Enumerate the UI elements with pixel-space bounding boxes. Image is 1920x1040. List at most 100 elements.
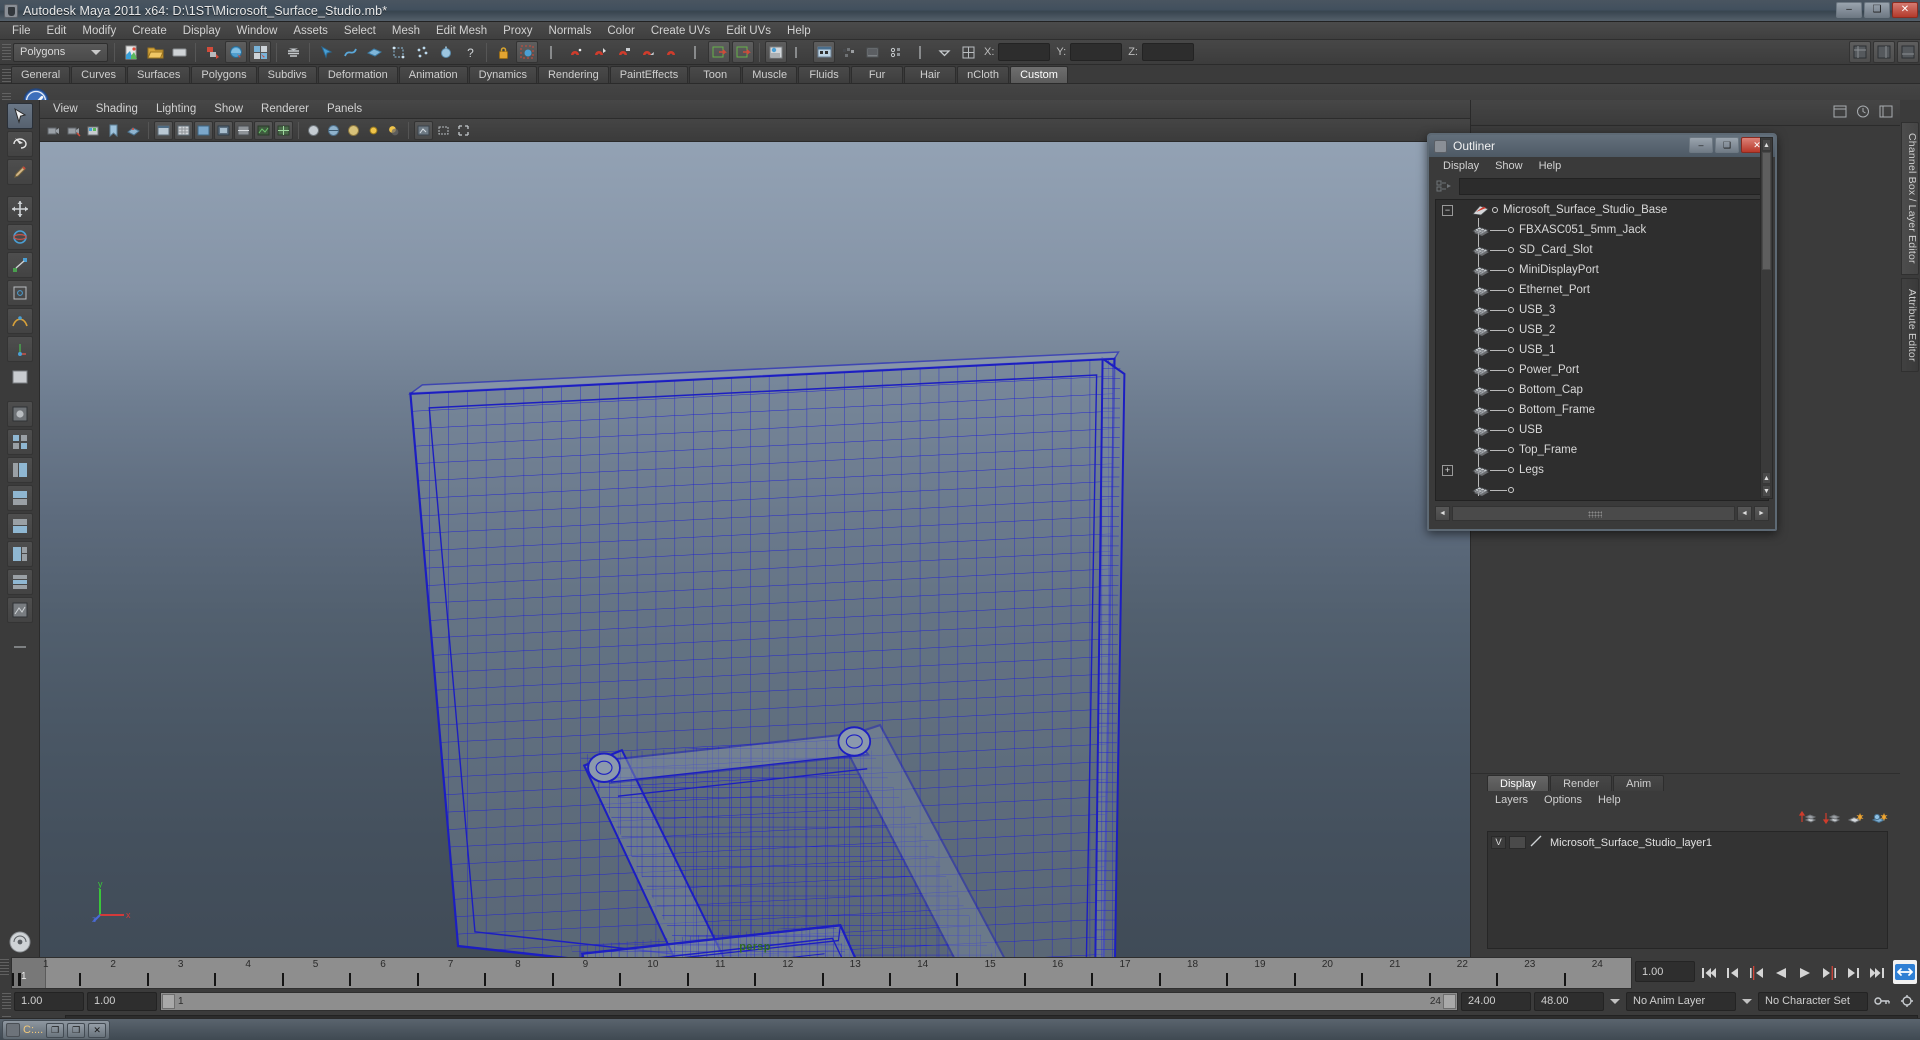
snap-to-object-icon[interactable] bbox=[636, 41, 658, 63]
viewport-menu-shading[interactable]: Shading bbox=[87, 100, 147, 119]
range-end-handle[interactable] bbox=[1443, 993, 1456, 1009]
component-mask-icon[interactable] bbox=[282, 41, 304, 63]
collapse-node-icon[interactable]: − bbox=[1442, 204, 1453, 216]
outliner-node-label[interactable]: Microsoft_Surface_Studio_Base bbox=[1503, 204, 1667, 216]
paint-select-tool[interactable] bbox=[6, 159, 33, 185]
move-tool[interactable] bbox=[6, 196, 33, 222]
node-toggle-dot-icon[interactable] bbox=[1508, 347, 1514, 353]
new-layer-from-selected-icon[interactable] bbox=[1871, 811, 1888, 829]
outliner-node[interactable]: Top_Frame bbox=[1436, 440, 1768, 460]
menu-item-create-uvs[interactable]: Create UVs bbox=[643, 22, 718, 40]
horizontal-scroll-thumb-grip[interactable] bbox=[1587, 510, 1602, 518]
transform-fields-icon[interactable] bbox=[957, 41, 979, 63]
current-time-field[interactable]: 1.00 bbox=[1635, 961, 1695, 982]
playback-start-time-field[interactable]: 1.00 bbox=[87, 991, 157, 1011]
vertical-tab-channel-box-layer-editor[interactable]: Channel Box / Layer Editor bbox=[1901, 122, 1919, 275]
z-input[interactable] bbox=[1141, 43, 1194, 61]
step-forward-key-icon[interactable] bbox=[1818, 962, 1840, 984]
hypershade-persp-layout[interactable] bbox=[6, 513, 33, 539]
chevron-down-icon[interactable] bbox=[1607, 999, 1623, 1004]
universal-manipulator-tool[interactable] bbox=[6, 280, 33, 306]
shelf-tab-painteffects[interactable]: PaintEffects bbox=[609, 66, 689, 83]
shelf-tab-fluids[interactable]: Fluids bbox=[798, 66, 851, 83]
smooth-shade-icon[interactable] bbox=[304, 121, 323, 140]
step-back-key-icon[interactable] bbox=[1746, 962, 1768, 984]
outliner-node-label[interactable]: SD_Card_Slot bbox=[1519, 244, 1593, 256]
snap-to-view-icon[interactable] bbox=[612, 41, 634, 63]
shelf-tab-hair[interactable]: Hair bbox=[904, 66, 957, 83]
snap-to-plane-icon[interactable] bbox=[588, 41, 610, 63]
persp-graph-layout[interactable] bbox=[6, 485, 33, 511]
shelf-tab-surfaces[interactable]: Surfaces bbox=[126, 66, 191, 83]
layer-name[interactable]: Microsoft_Surface_Studio_layer1 bbox=[1550, 837, 1712, 849]
maximize-icon[interactable]: ❒ bbox=[67, 1022, 86, 1038]
outliner-node[interactable]: SD_Card_Slot bbox=[1436, 240, 1768, 260]
outliner-menu-show[interactable]: Show bbox=[1487, 160, 1531, 172]
menu-item-display[interactable]: Display bbox=[175, 22, 229, 40]
outliner-node-label[interactable]: Ethernet_Port bbox=[1519, 284, 1590, 296]
help-line-icon[interactable] bbox=[7, 929, 33, 955]
save-scene-icon[interactable] bbox=[168, 41, 190, 63]
gate-mask-icon[interactable] bbox=[234, 120, 253, 140]
layer-menu-help[interactable]: Help bbox=[1590, 794, 1629, 806]
image-plane-icon[interactable] bbox=[124, 121, 143, 140]
outliner-node[interactable]: Bottom_Frame bbox=[1436, 400, 1768, 420]
clock-icon[interactable] bbox=[1856, 104, 1871, 122]
help-mask-icon[interactable]: ? bbox=[459, 41, 481, 63]
render-region-icon[interactable] bbox=[454, 121, 473, 140]
menu-item-mesh[interactable]: Mesh bbox=[384, 22, 428, 40]
viewport-menu-renderer[interactable]: Renderer bbox=[252, 100, 318, 119]
outliner-persp-layout[interactable] bbox=[6, 457, 33, 483]
outliner-search-input[interactable] bbox=[1459, 177, 1769, 195]
outliner-node-label[interactable]: Power_Port bbox=[1519, 364, 1579, 376]
channel-box-icon[interactable] bbox=[1833, 104, 1848, 122]
outliner-node-label[interactable]: Bottom_Frame bbox=[1519, 404, 1595, 416]
scroll-up-arrow[interactable]: ▲ bbox=[1762, 139, 1771, 151]
outliner-minimize-button[interactable]: – bbox=[1689, 137, 1713, 153]
paint-effects-layout[interactable] bbox=[6, 597, 33, 623]
menu-item-edit[interactable]: Edit bbox=[39, 22, 75, 40]
node-toggle-dot-icon[interactable] bbox=[1492, 207, 1498, 213]
node-toggle-dot-icon[interactable] bbox=[1508, 247, 1514, 253]
viewport-menu-view[interactable]: View bbox=[44, 100, 87, 119]
node-toggle-dot-icon[interactable] bbox=[1508, 227, 1514, 233]
resolution-gate-icon[interactable] bbox=[214, 120, 233, 140]
time-slider[interactable]: 1 1 2 3 4 5 6 7 8 9 10 11 12 13 14 15 16 17 18 19 20 21 22 23 2… bbox=[11, 957, 1632, 989]
auto-keyframe-icon[interactable] bbox=[1871, 990, 1893, 1012]
node-toggle-dot-icon[interactable] bbox=[1508, 407, 1514, 413]
viewport-menu-show[interactable]: Show bbox=[205, 100, 252, 119]
animation-preferences-icon[interactable] bbox=[1892, 959, 1918, 985]
menu-item-window[interactable]: Window bbox=[228, 22, 285, 40]
rotate-tool[interactable] bbox=[6, 224, 33, 250]
lasso-select-tool[interactable] bbox=[6, 131, 33, 157]
render-flags-icon[interactable] bbox=[885, 41, 907, 63]
close-icon[interactable]: ✕ bbox=[88, 1022, 107, 1038]
anim-layer-selector[interactable]: No Anim Layer bbox=[1626, 991, 1736, 1011]
lock-camera-icon[interactable] bbox=[64, 121, 83, 140]
layer-menu-layers[interactable]: Layers bbox=[1487, 794, 1536, 806]
shelf-tab-custom[interactable]: Custom bbox=[1010, 66, 1068, 83]
shelf-tab-rendering[interactable]: Rendering bbox=[537, 66, 609, 83]
wireframe-icon[interactable] bbox=[274, 120, 293, 140]
perspective-viewport[interactable]: y x z persp bbox=[40, 142, 1470, 957]
outliner-node[interactable]: MiniDisplayPort bbox=[1436, 260, 1768, 280]
scroll-left-arrow[interactable]: ◄ bbox=[1435, 505, 1450, 521]
scroll-down-arrow[interactable]: ▼ bbox=[1762, 485, 1771, 497]
outliner-tree[interactable]: − Microsoft_Surface_Studio_Base FBXASC051_… bbox=[1435, 199, 1769, 501]
select-tool-mask-icon[interactable] bbox=[315, 41, 337, 63]
construction-history-on-icon[interactable] bbox=[732, 41, 754, 63]
new-scene-icon[interactable] bbox=[120, 41, 142, 63]
show-channel-box-icon[interactable] bbox=[1849, 41, 1871, 63]
outliner-node-label[interactable]: FBXASC051_5mm_Jack bbox=[1519, 224, 1646, 236]
toolbox-collapse-handle[interactable] bbox=[7, 634, 33, 660]
move-layer-up-icon[interactable] bbox=[1798, 810, 1817, 829]
scroll-down-arrow-upper[interactable]: ▲ bbox=[1762, 472, 1771, 484]
shelf-tab-dynamics[interactable]: Dynamics bbox=[468, 66, 537, 83]
shelf-tab-curves[interactable]: Curves bbox=[71, 66, 126, 83]
lock-icon[interactable] bbox=[492, 41, 514, 63]
menu-item-color[interactable]: Color bbox=[599, 22, 642, 40]
exposure-icon[interactable] bbox=[254, 120, 273, 140]
playback-end-time-field[interactable]: 24.00 bbox=[1461, 991, 1531, 1011]
shelf-tab-general[interactable]: General bbox=[11, 66, 71, 83]
menu-item-create[interactable]: Create bbox=[124, 22, 175, 40]
